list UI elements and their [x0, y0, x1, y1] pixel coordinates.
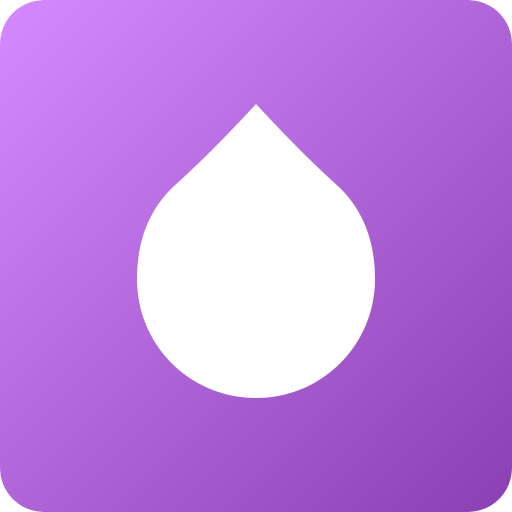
app-icon-graphic: [0, 0, 512, 512]
app-icon[interactable]: [0, 0, 512, 512]
